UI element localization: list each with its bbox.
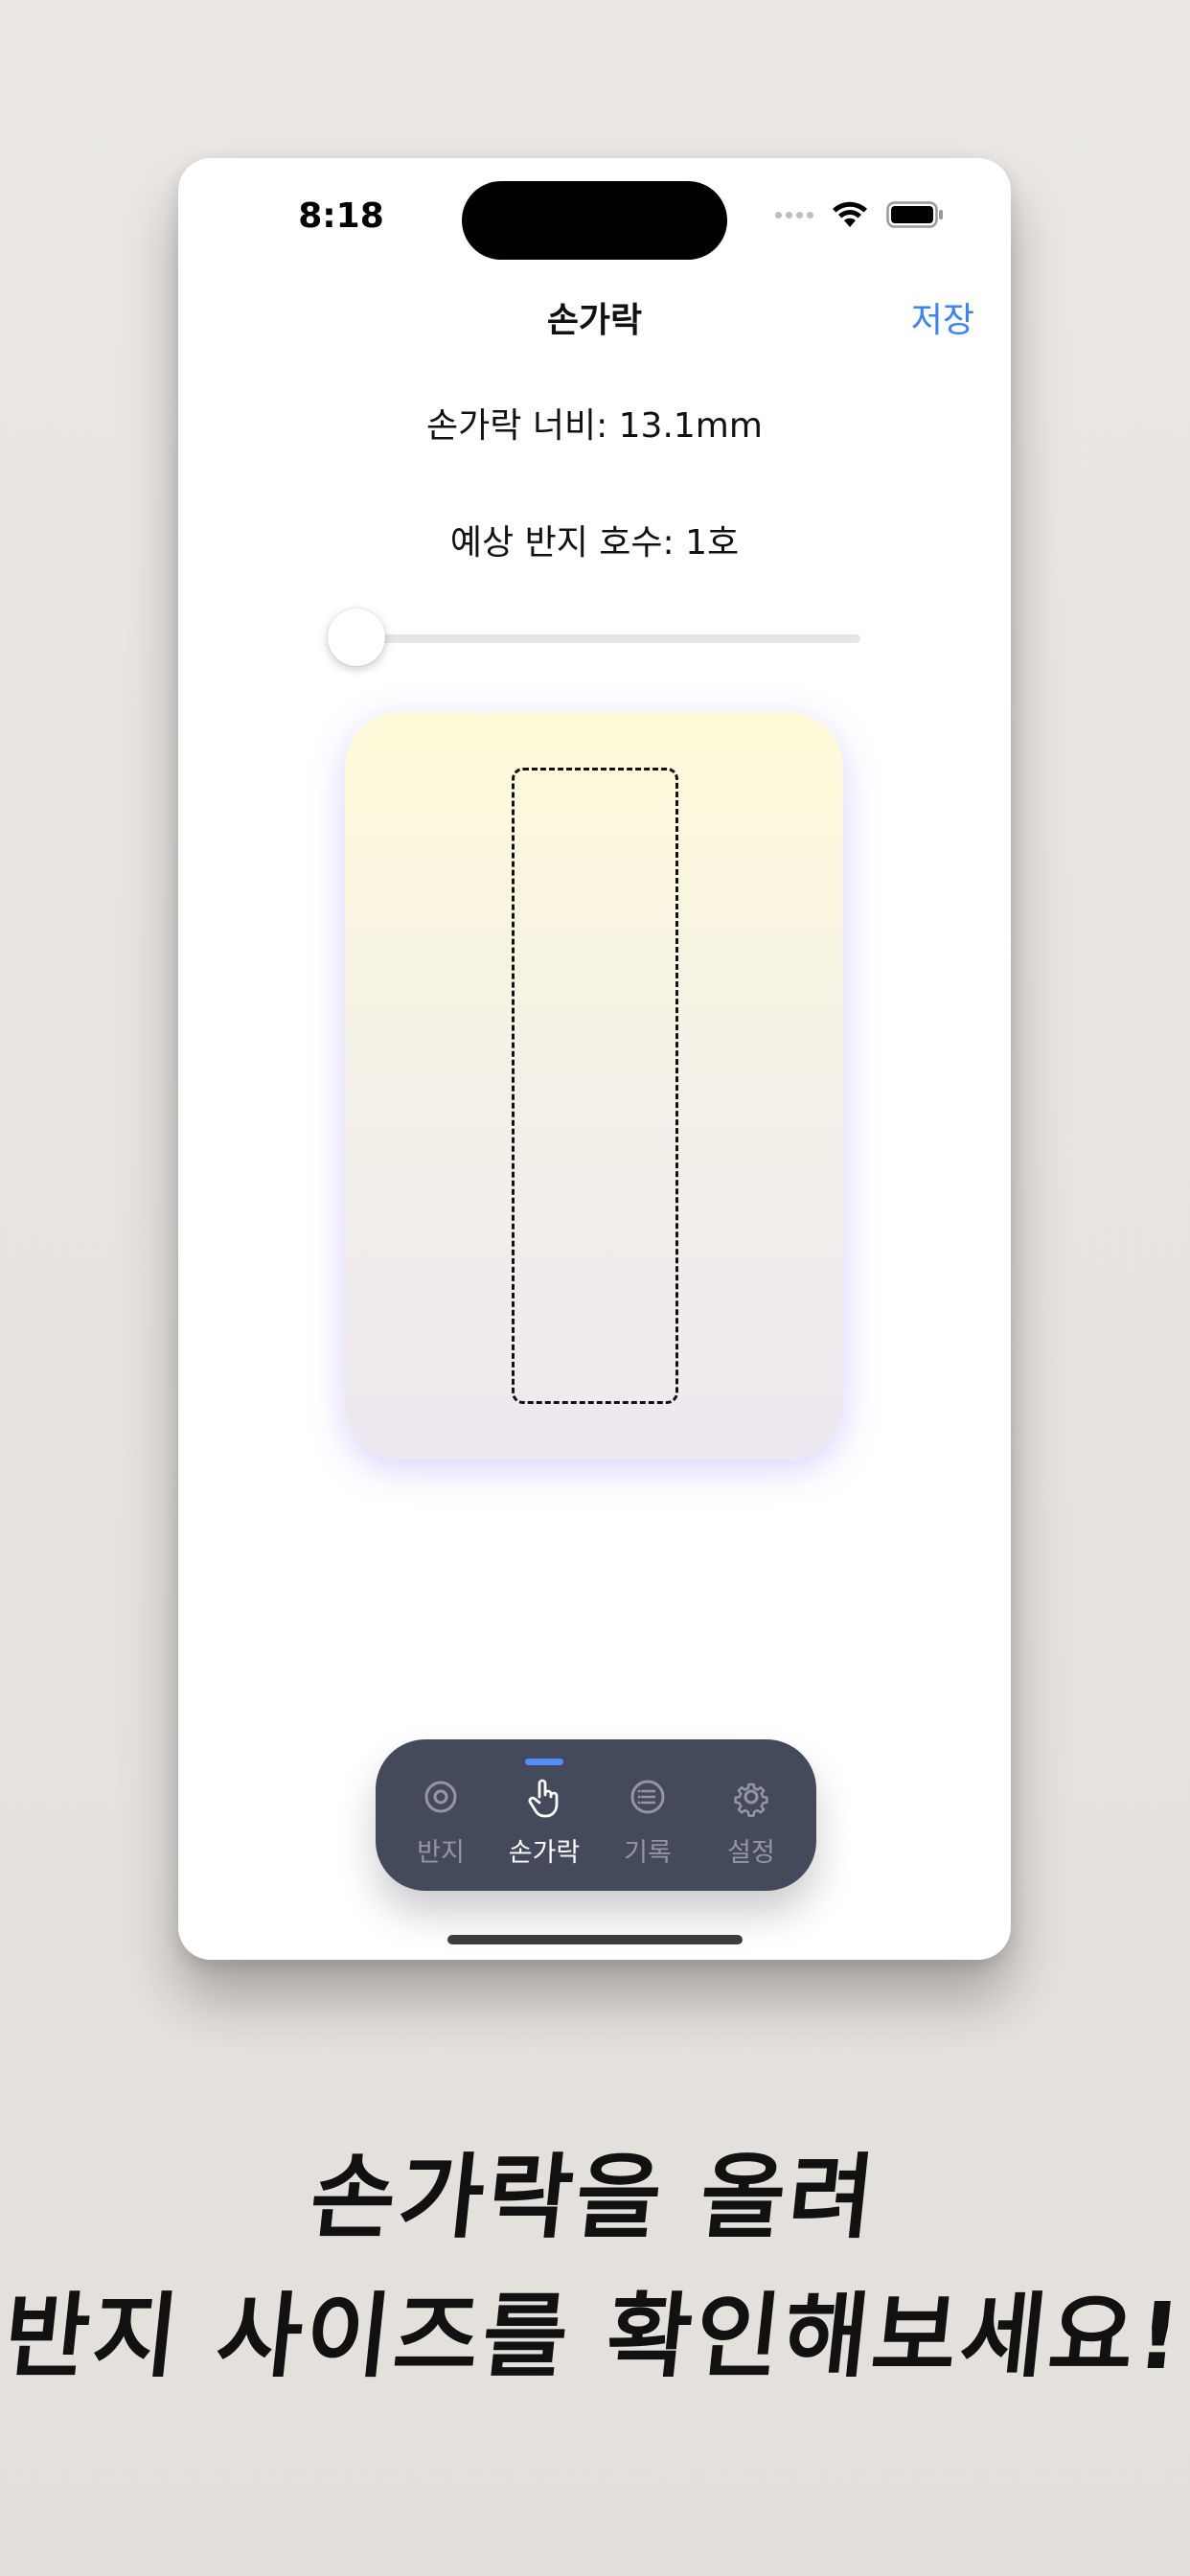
- promo-caption-line-1: 손가락을 올려: [305, 2144, 883, 2251]
- ring-icon: [424, 1781, 457, 1813]
- finger-placement-card[interactable]: [345, 712, 843, 1460]
- dynamic-island: [462, 181, 727, 260]
- tab-label: 기록: [624, 1838, 672, 1868]
- promo-caption-line-2: 반지 사이즈를 확인해보세요!: [0, 2283, 1190, 2390]
- signal-icon: [775, 211, 813, 218]
- tab-ring[interactable]: 반지: [389, 1739, 492, 1891]
- tab-bar: 반지 손가락 기록 설정: [376, 1739, 816, 1891]
- tab-settings[interactable]: 설정: [699, 1739, 803, 1891]
- list-icon: [630, 1780, 665, 1814]
- home-indicator: [447, 1935, 743, 1944]
- save-button[interactable]: 저장: [911, 292, 974, 342]
- active-tab-indicator: [525, 1759, 563, 1765]
- slider-thumb[interactable]: [328, 609, 385, 666]
- gear-icon: [734, 1782, 768, 1817]
- phone-screen: 8:18 손가락 저장 손가락 너비: 13.1mm 예상 반지 호수: 1호: [178, 158, 1011, 1960]
- status-icons: [775, 200, 944, 229]
- finger-width-slider[interactable]: [328, 609, 860, 666]
- ring-size-label: 예상 반지 호수: 1호: [449, 523, 740, 563]
- battery-icon: [886, 201, 943, 228]
- tab-label: 설정: [727, 1838, 775, 1868]
- tab-label: 손가락: [508, 1838, 581, 1868]
- finger-outline-guide: [512, 768, 678, 1404]
- page-title: 손가락: [546, 301, 643, 340]
- status-time: 8:18: [298, 196, 384, 236]
- slider-track[interactable]: [328, 634, 860, 643]
- tab-finger[interactable]: 손가락: [492, 1739, 596, 1891]
- hand-pointer-icon: [528, 1779, 559, 1818]
- finger-width-label: 손가락 너비: 13.1mm: [426, 406, 763, 446]
- wifi-icon: [833, 201, 867, 227]
- tab-history[interactable]: 기록: [596, 1739, 699, 1891]
- tab-label: 반지: [417, 1838, 465, 1868]
